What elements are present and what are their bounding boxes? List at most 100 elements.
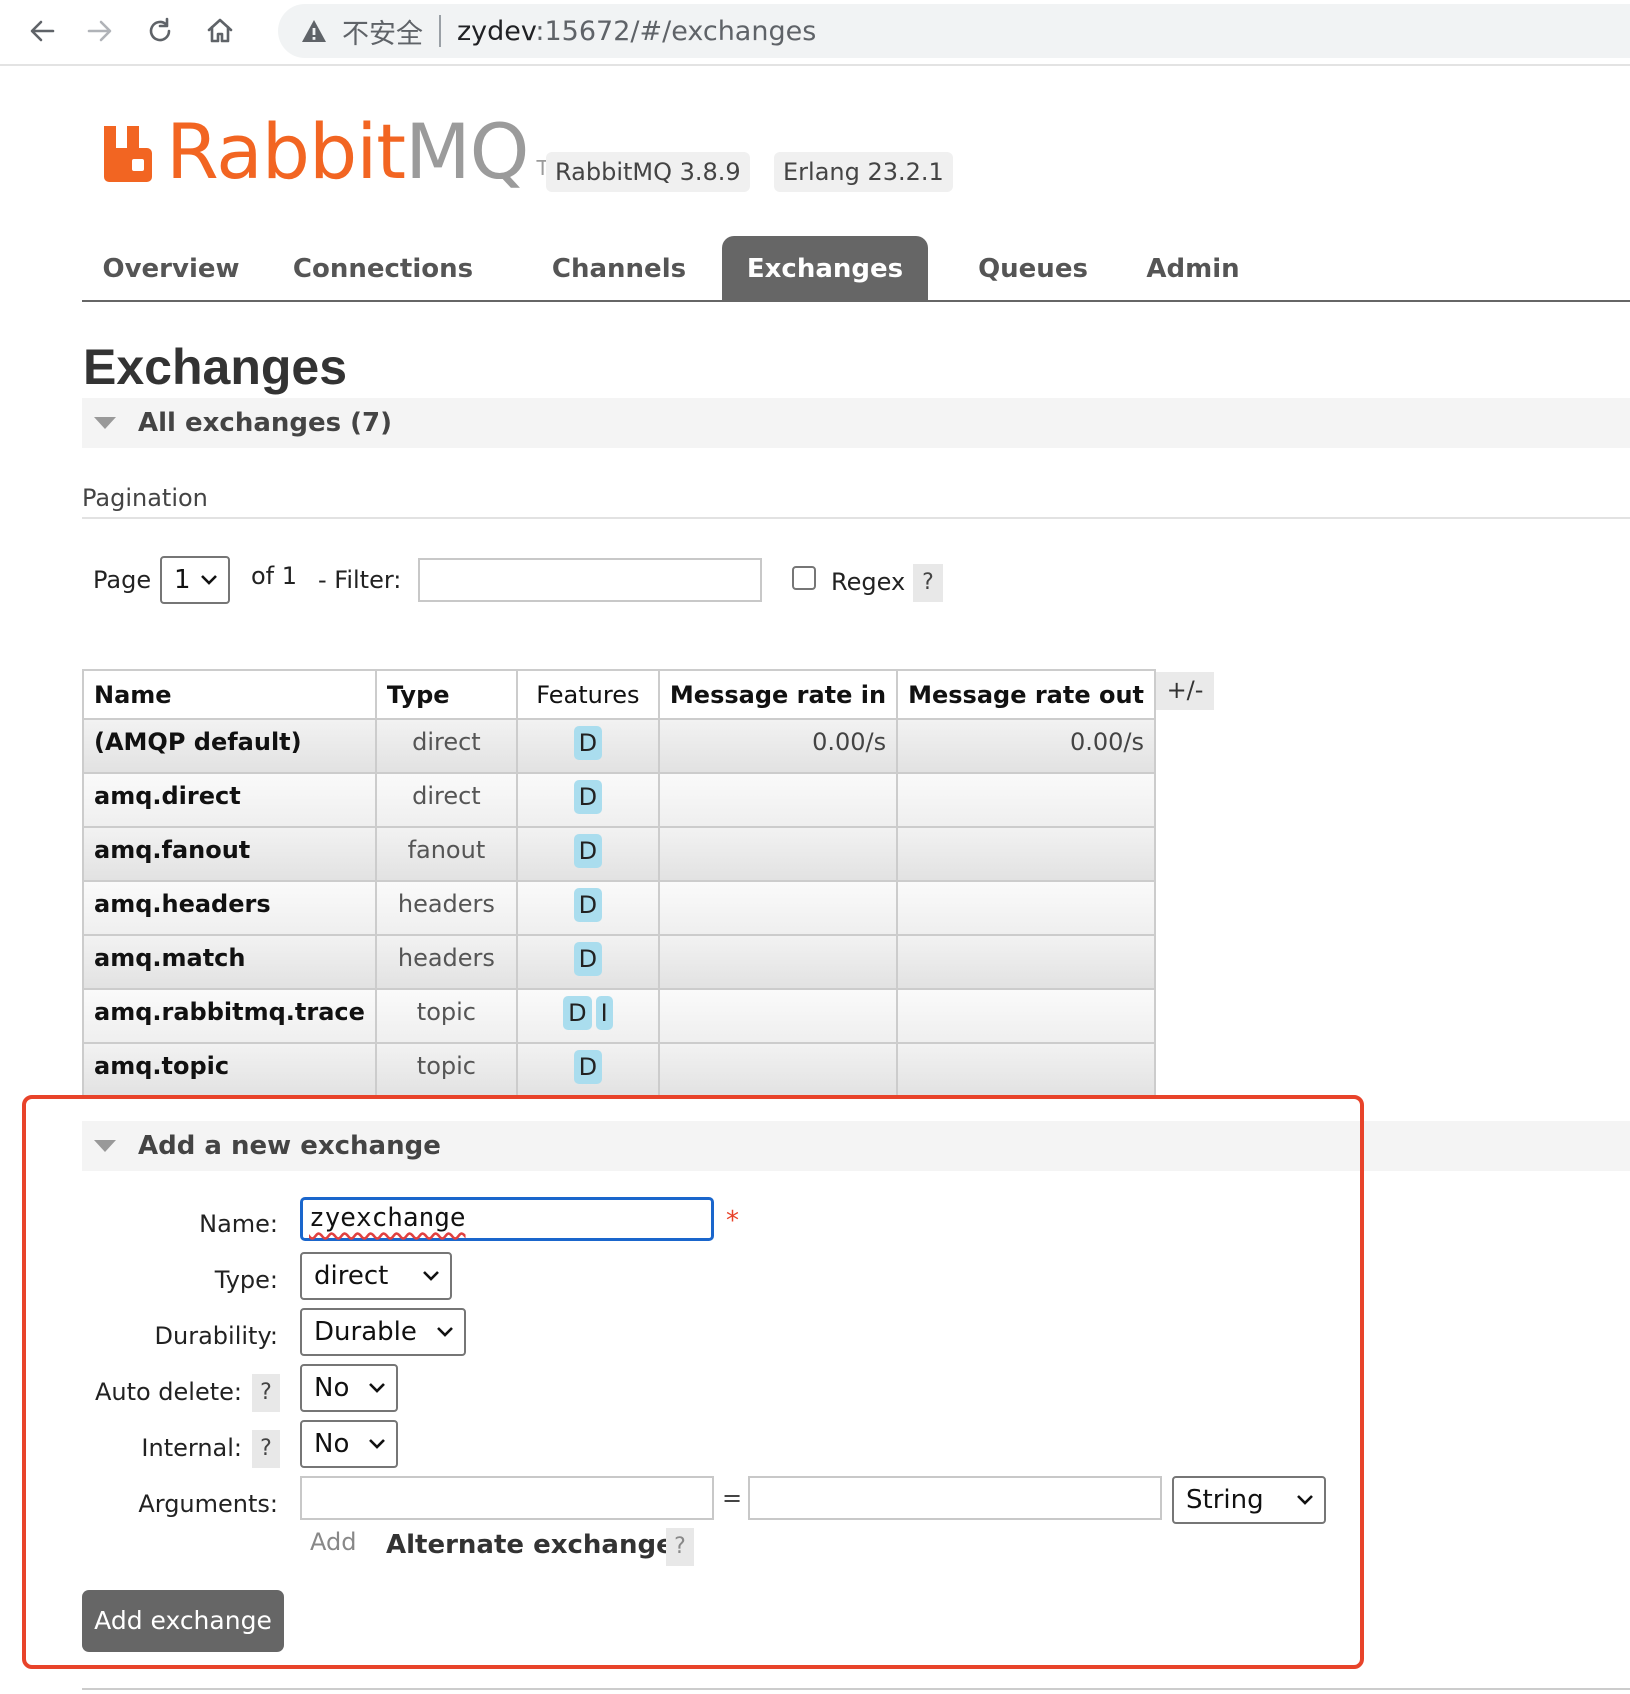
exchange-name-link[interactable]: amq.direct — [82, 772, 377, 828]
security-label[interactable]: 不安全 — [342, 12, 423, 51]
equals-sign: = — [722, 1484, 743, 1512]
rate-in — [657, 934, 899, 990]
argument-value-input[interactable] — [748, 1476, 1162, 1520]
tab-channels[interactable]: Channels — [544, 236, 694, 300]
rabbitmq-logo-icon — [104, 126, 152, 182]
collapse-triangle-icon — [94, 417, 116, 429]
tab-overview[interactable]: Overview — [92, 236, 250, 300]
auto-delete-help-button[interactable]: ? — [252, 1374, 280, 1412]
col-name-header: Name — [82, 669, 377, 720]
durable-badge: D — [573, 726, 603, 760]
argument-type-value: String — [1186, 1485, 1264, 1515]
back-icon[interactable] — [18, 8, 66, 54]
internal-badge: I — [595, 996, 613, 1030]
exchange-name-link[interactable]: amq.fanout — [82, 826, 377, 882]
rate-out — [896, 988, 1157, 1044]
table-row[interactable]: (AMQP default) direct D 0.00/s 0.00/s — [82, 718, 1157, 774]
exchange-features: DI — [515, 988, 660, 1044]
logo-text-rabbit: Rabbit — [166, 107, 406, 196]
alternate-exchange-link[interactable]: Alternate exchange — [386, 1530, 674, 1560]
url-text[interactable]: zydev:15672/#/exchanges — [457, 16, 816, 47]
exchange-type: headers — [374, 934, 518, 990]
exchange-features: D — [515, 934, 660, 990]
rate-out — [896, 880, 1157, 936]
auto-delete-select[interactable]: No — [300, 1364, 398, 1412]
column-toggle-button[interactable]: +/- — [1156, 672, 1214, 710]
rate-in — [657, 826, 899, 882]
internal-select[interactable]: No — [300, 1420, 398, 1468]
browser-toolbar: 不安全 zydev:15672/#/exchanges — [0, 0, 1630, 66]
rate-in: 0.00/s — [657, 718, 899, 774]
col-rate-out-header: Message rate out — [896, 669, 1157, 720]
table-row[interactable]: amq.topic topic D — [82, 1042, 1157, 1098]
durable-badge: D — [573, 834, 603, 868]
chevron-down-icon — [369, 1383, 385, 1393]
chevron-down-icon — [437, 1327, 453, 1337]
regex-checkbox[interactable] — [792, 566, 816, 590]
table-row[interactable]: amq.direct direct D — [82, 772, 1157, 828]
exchanges-table: Name Type Features Message rate in Messa… — [82, 669, 1157, 1098]
exchange-name-link[interactable]: amq.topic — [82, 1042, 377, 1098]
internal-label: Internal: — [141, 1434, 242, 1462]
tab-exchanges[interactable]: Exchanges — [722, 236, 928, 300]
exchange-features: D — [515, 718, 660, 774]
add-exchange-button[interactable]: Add exchange — [82, 1590, 284, 1652]
url-path: :15672/#/exchanges — [535, 15, 817, 47]
chevron-down-icon — [1297, 1495, 1313, 1505]
page-label: Page — [93, 566, 152, 594]
add-exchange-heading: Add a new exchange — [138, 1131, 441, 1161]
col-type-header: Type — [374, 669, 518, 720]
auto-delete-value: No — [314, 1373, 350, 1403]
exchange-name-link[interactable]: (AMQP default) — [82, 718, 377, 774]
rabbitmq-version-badge: RabbitMQ 3.8.9 — [546, 152, 750, 192]
exchange-type-select[interactable]: direct — [300, 1252, 452, 1300]
exchange-name-link[interactable]: amq.match — [82, 934, 377, 990]
exchange-name-input[interactable]: zyexchange — [300, 1197, 714, 1241]
url-host: zydev — [457, 15, 536, 47]
rabbitmq-logo[interactable]: RabbitMQ TM — [104, 112, 566, 192]
table-row[interactable]: amq.match headers D — [82, 934, 1157, 990]
url-separator — [439, 15, 441, 47]
rate-out — [896, 934, 1157, 990]
alternate-exchange-help-button[interactable]: ? — [666, 1528, 694, 1566]
all-exchanges-section-toggle[interactable]: All exchanges (7) — [82, 398, 1630, 448]
exchange-type: topic — [374, 1042, 518, 1098]
argument-type-select[interactable]: String — [1172, 1476, 1326, 1524]
home-icon[interactable] — [196, 8, 244, 54]
reload-icon[interactable] — [136, 8, 184, 54]
exchange-type: direct — [374, 772, 518, 828]
add-exchange-section-toggle[interactable]: Add a new exchange — [82, 1121, 1630, 1171]
tab-admin[interactable]: Admin — [1138, 236, 1248, 300]
rate-in — [657, 1042, 899, 1098]
page-select[interactable]: 1 — [160, 556, 230, 604]
table-row[interactable]: amq.rabbitmq.trace topic DI — [82, 988, 1157, 1044]
rate-out — [896, 826, 1157, 882]
exchange-features: D — [515, 772, 660, 828]
durability-select[interactable]: Durable — [300, 1308, 466, 1356]
auto-delete-label: Auto delete: — [94, 1378, 242, 1406]
exchange-name-link[interactable]: amq.rabbitmq.trace — [82, 988, 377, 1044]
all-exchanges-heading: All exchanges (7) — [138, 408, 393, 438]
exchange-type: fanout — [374, 826, 518, 882]
tab-connections[interactable]: Connections — [288, 236, 478, 300]
table-row[interactable]: amq.headers headers D — [82, 880, 1157, 936]
regex-help-button[interactable]: ? — [913, 564, 943, 602]
table-row[interactable]: amq.fanout fanout D — [82, 826, 1157, 882]
durability-label: Durability: — [154, 1322, 278, 1350]
warning-icon[interactable] — [300, 17, 328, 45]
internal-help-button[interactable]: ? — [252, 1430, 280, 1468]
exchange-name-link[interactable]: amq.headers — [82, 880, 377, 936]
col-features-header: Features — [515, 669, 660, 720]
forward-icon[interactable] — [76, 8, 124, 54]
exchange-type-value: direct — [314, 1261, 389, 1291]
bottom-divider — [82, 1688, 1630, 1690]
filter-input[interactable] — [418, 558, 762, 602]
address-bar[interactable]: 不安全 zydev:15672/#/exchanges — [278, 4, 1630, 58]
argument-key-input[interactable] — [300, 1476, 714, 1520]
add-argument-link[interactable]: Add — [310, 1528, 356, 1556]
rate-out — [896, 1042, 1157, 1098]
name-label: Name: — [199, 1210, 278, 1238]
tab-queues[interactable]: Queues — [962, 236, 1104, 300]
rate-out — [896, 772, 1157, 828]
chevron-down-icon — [201, 575, 217, 585]
